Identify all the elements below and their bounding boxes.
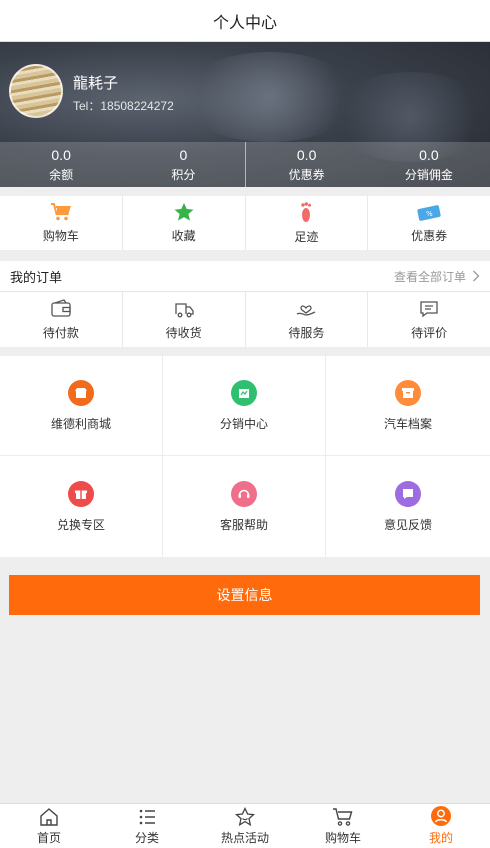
- customer-service-icon: [231, 480, 257, 507]
- stat-coupons[interactable]: 0.0 优惠券: [246, 142, 368, 187]
- order-label: 待付款: [42, 325, 79, 340]
- grid-label: 意见反馈: [383, 517, 432, 532]
- wallet-icon: [51, 298, 71, 317]
- chevron-right-icon: [473, 270, 480, 282]
- stat-value: 0.0: [51, 147, 71, 163]
- stat-label: 分销佣金: [404, 168, 453, 182]
- top-bar: 个人中心: [0, 0, 490, 42]
- grid-feedback[interactable]: 意见反馈: [326, 456, 490, 557]
- cart-icon: [50, 203, 71, 221]
- phone-number: Tel：18508224272: [73, 99, 174, 113]
- grid-label: 维德利商城: [50, 416, 111, 431]
- page-title: 个人中心: [212, 14, 277, 32]
- stat-commission[interactable]: 0.0 分销佣金: [368, 142, 490, 187]
- stat-label: 积分: [171, 168, 196, 182]
- view-all-label: 查看全部订单: [393, 269, 466, 284]
- quick-label: 购物车: [42, 229, 79, 243]
- stat-label: 优惠券: [288, 168, 325, 182]
- stat-label: 余额: [49, 168, 74, 182]
- feedback-icon: [395, 480, 421, 507]
- grid-label: 分销中心: [219, 416, 268, 431]
- comment-icon: [420, 300, 438, 317]
- quick-cart[interactable]: 购物车: [0, 196, 123, 250]
- grid-customer-service[interactable]: 客服帮助: [163, 456, 326, 557]
- archive-icon: [395, 379, 421, 406]
- tab-label: 分类: [134, 831, 159, 845]
- star-icon: [174, 203, 194, 221]
- feature-grid: 维德利商城 分销中心 汽车档案 兑换专区 客服帮助 意见反馈: [0, 356, 490, 557]
- quick-label: 收藏: [171, 229, 196, 243]
- account-stats: 0.0 余额 0 积分 0.0 优惠券 0.0 分销佣金: [0, 142, 490, 187]
- grid-redeem[interactable]: 兑换专区: [0, 456, 163, 557]
- quick-links: 购物车 收藏 足迹 % 优惠券: [0, 196, 490, 250]
- gift-icon: [68, 480, 94, 507]
- grid-label: 汽车档案: [383, 416, 432, 431]
- order-label: 待服务: [288, 325, 325, 340]
- stat-value: 0.0: [296, 147, 317, 163]
- tab-label: 购物车: [324, 831, 361, 845]
- order-pending-review[interactable]: 待评价: [368, 292, 490, 347]
- quick-coupons[interactable]: % 优惠券: [368, 196, 490, 250]
- quick-favorites[interactable]: 收藏: [123, 196, 246, 250]
- order-label: 待评价: [411, 325, 448, 340]
- tab-label: 首页: [36, 831, 61, 845]
- tab-hot-activity[interactable]: 热点活动: [196, 804, 294, 848]
- cart-icon: [333, 808, 353, 826]
- svg-text:%: %: [426, 210, 433, 218]
- order-pending-payment[interactable]: 待付款: [0, 292, 123, 347]
- order-status-row: 待付款 待收货 待服务 待评价: [0, 292, 490, 347]
- distribution-icon: [231, 379, 257, 406]
- user-icon: [431, 806, 451, 826]
- store-icon: [68, 379, 94, 406]
- hot-activity-icon: [234, 807, 256, 827]
- settings-button[interactable]: 设置信息: [9, 575, 480, 615]
- service-hand-icon: [297, 304, 316, 316]
- stat-value: 0.0: [419, 147, 439, 163]
- stat-points[interactable]: 0 积分: [122, 142, 244, 187]
- category-icon: [139, 809, 155, 825]
- orders-header: 我的订单 查看全部订单: [0, 261, 490, 292]
- tab-label: 热点活动: [220, 831, 269, 845]
- home-icon: [40, 808, 58, 826]
- footprint-icon: [301, 202, 312, 222]
- tab-label: 我的: [428, 831, 453, 845]
- grid-label: 兑换专区: [56, 517, 105, 532]
- profile-banner: 龍耗子 Tel：18508224272 0.0 余额 0 积分 0.0 优惠券 …: [0, 42, 490, 187]
- order-pending-service[interactable]: 待服务: [246, 292, 369, 347]
- tab-category[interactable]: 分类: [98, 804, 196, 848]
- order-label: 待收货: [165, 325, 202, 340]
- grid-label: 客服帮助: [219, 517, 268, 532]
- tab-home[interactable]: 首页: [0, 804, 98, 848]
- quick-label: 足迹: [294, 230, 319, 244]
- tab-mine[interactable]: 我的: [392, 804, 490, 848]
- stat-balance[interactable]: 0.0 余额: [0, 142, 122, 187]
- coupon-icon: %: [417, 205, 441, 221]
- grid-distribution[interactable]: 分销中心: [163, 356, 326, 456]
- quick-label: 优惠券: [411, 229, 448, 243]
- orders-title: 我的订单: [10, 269, 63, 285]
- avatar[interactable]: [9, 64, 63, 118]
- username: 龍耗子: [73, 75, 119, 92]
- grid-mall[interactable]: 维德利商城: [0, 356, 163, 456]
- truck-icon: [174, 302, 194, 317]
- stat-value: 0: [179, 147, 188, 163]
- grid-car-archive[interactable]: 汽车档案: [326, 356, 490, 456]
- tab-cart[interactable]: 购物车: [294, 804, 392, 848]
- order-pending-receipt[interactable]: 待收货: [123, 292, 246, 347]
- quick-footprints[interactable]: 足迹: [246, 196, 369, 250]
- bottom-tab-bar: 首页 分类 热点活动 购物车 我的: [0, 803, 490, 848]
- view-all-orders-link[interactable]: 查看全部订单: [394, 268, 480, 285]
